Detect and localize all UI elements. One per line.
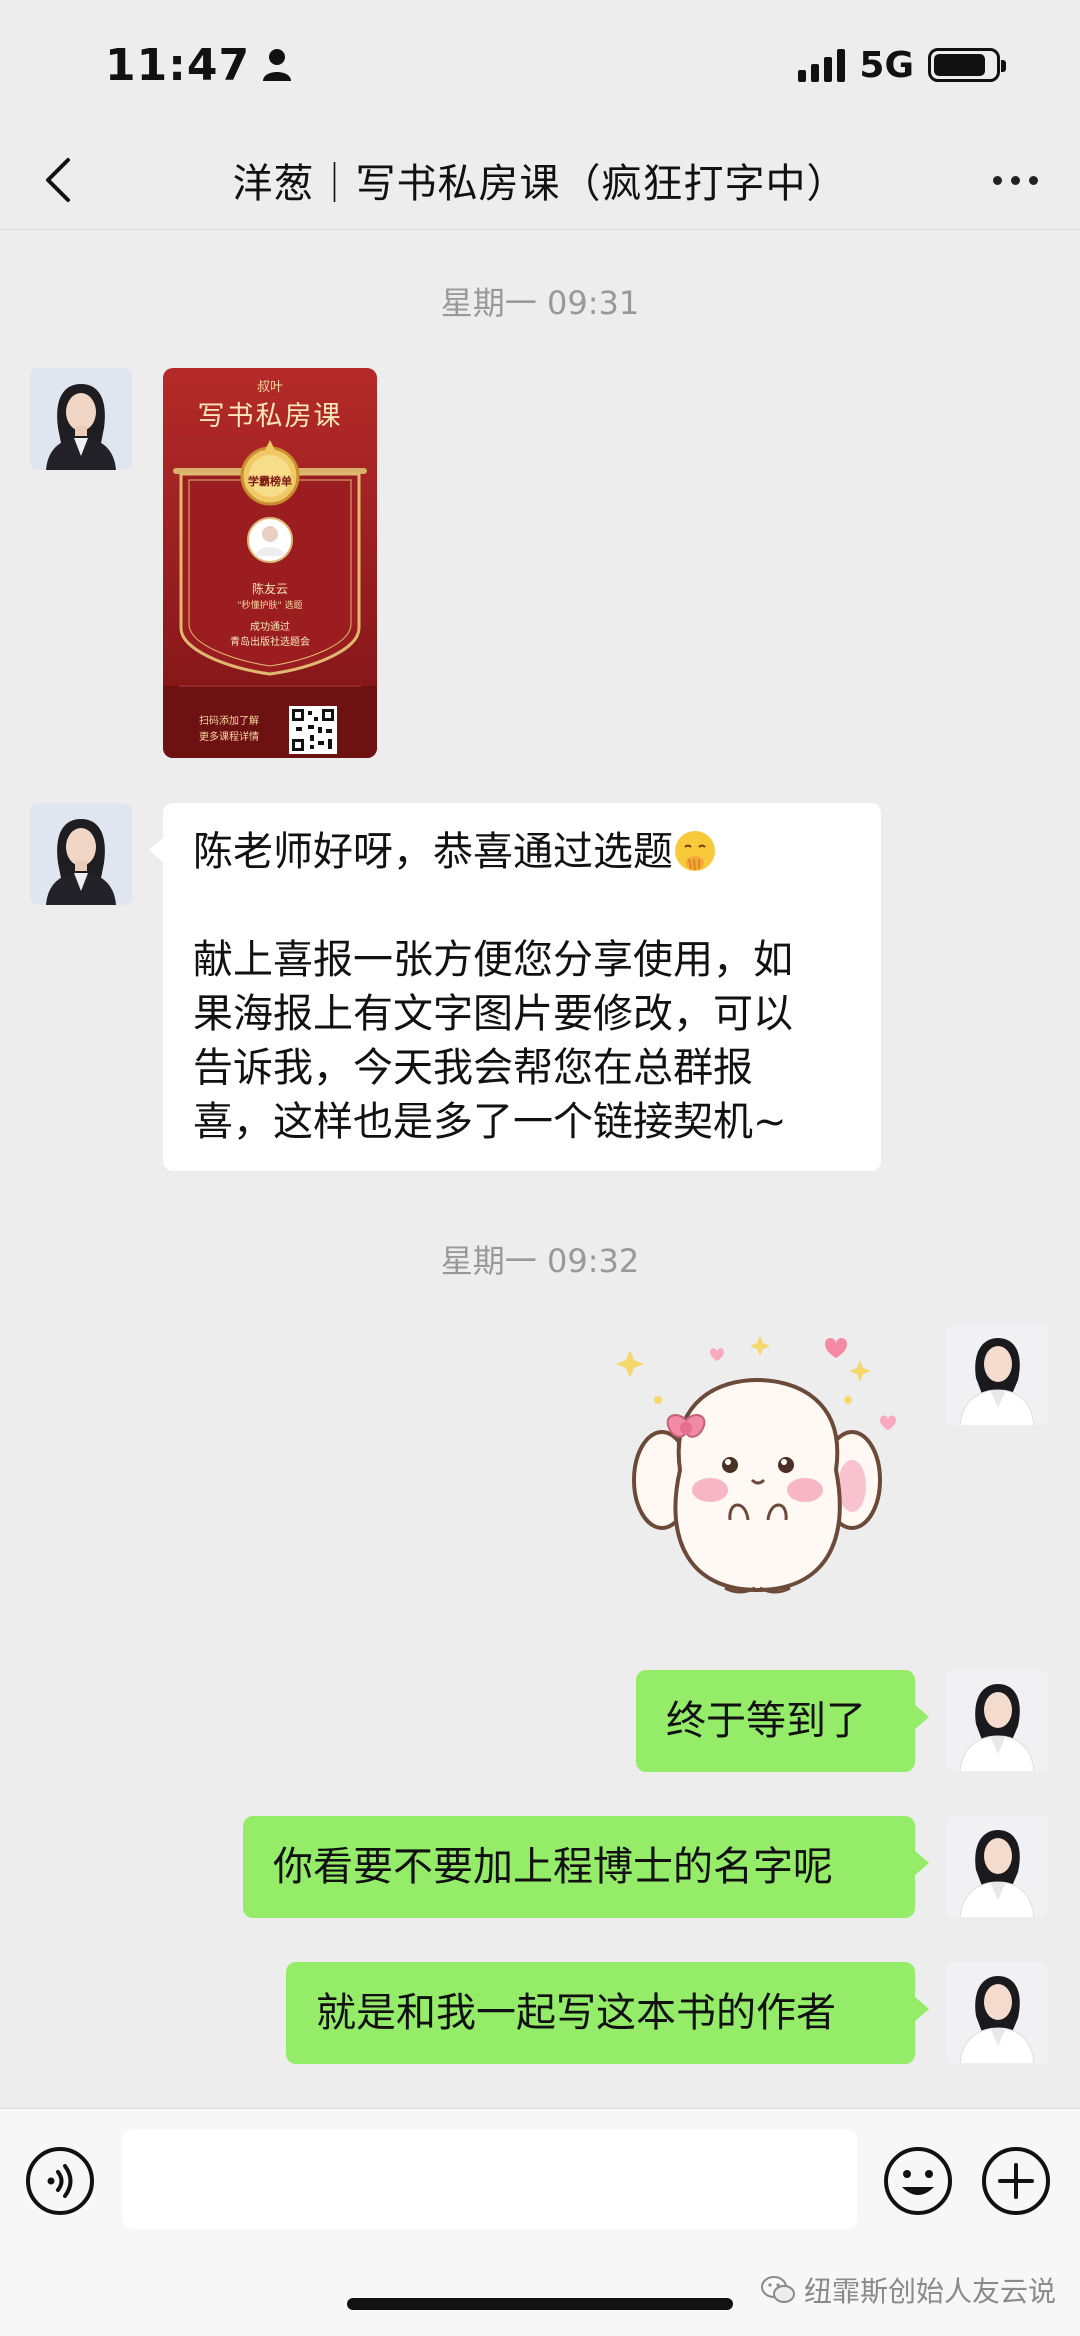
message-bubble-sent[interactable]: 终于等到了 (636, 1670, 929, 1772)
woman-avatar-icon (946, 1324, 1048, 1426)
message-text: 就是和我一起写这本书的作者 (316, 1990, 836, 2036)
watermark-text: 纽霏斯创始人友云说 (804, 2275, 1057, 2308)
timestamp: 星期一 09:31 (440, 284, 640, 322)
avatar[interactable] (946, 1324, 1048, 1426)
poster-pass-line: 青岛出版社选题会 (230, 637, 310, 648)
woman-avatar-icon (30, 368, 132, 470)
message-line: 献上喜报一张方便您分享使用，如 (193, 937, 793, 983)
voice-icon (26, 2147, 94, 2215)
avatar[interactable] (946, 1816, 1048, 1918)
smiley-icon (884, 2147, 952, 2215)
watermark: 纽霏斯创始人友云说 (760, 2270, 1056, 2310)
battery-fill (934, 54, 985, 76)
more-actions-button[interactable] (980, 2145, 1052, 2217)
poster-scan-text: 更多课程详情 (199, 732, 259, 743)
status-time: 11:47 (105, 40, 292, 91)
plus-icon (982, 2147, 1050, 2215)
dot-icon (1028, 175, 1038, 185)
woman-avatar-icon (946, 1670, 1048, 1772)
message-input[interactable] (122, 2129, 857, 2229)
wechat-icon (761, 2276, 795, 2303)
poster-badge: 学霸榜单 (248, 475, 292, 488)
timestamp: 星期一 09:32 (440, 1242, 640, 1280)
chat-title: 洋葱｜写书私房课（疯狂打字中） (232, 160, 848, 207)
more-button[interactable] (980, 150, 1050, 210)
battery-icon (928, 48, 1006, 82)
chevron-left-icon (46, 158, 70, 202)
poster-title: 写书私房课 (197, 401, 343, 432)
voice-input-button[interactable] (24, 2145, 96, 2217)
message-bubble-sent[interactable]: 你看要不要加上程博士的名字呢 (243, 1816, 929, 1918)
dot-icon (1010, 175, 1020, 185)
woman-avatar-icon (946, 1816, 1048, 1918)
person-icon (263, 49, 292, 81)
home-indicator (347, 2298, 733, 2310)
woman-avatar-icon (30, 803, 132, 905)
network-label: 5G (859, 44, 914, 86)
poster-pass-line: 成功通过 (250, 622, 290, 633)
message-bubble-sent[interactable]: 就是和我一起写这本书的作者 (286, 1962, 929, 2064)
message-line: 陈老师好呀，恭喜通过选题 (193, 825, 851, 879)
message-text: 终于等到了 (666, 1698, 866, 1744)
dot-icon (992, 175, 1002, 185)
avatar[interactable] (30, 368, 132, 470)
poster-subject: "秒懂护肤" 选题 (237, 601, 303, 611)
avatar[interactable] (946, 1962, 1048, 2064)
emoji-button[interactable] (882, 2145, 954, 2217)
message-text: 你看要不要加上程博士的名字呢 (273, 1844, 833, 1890)
signal-icon (798, 48, 846, 82)
status-indicators: 5G (798, 44, 1006, 86)
avatar[interactable] (946, 1670, 1048, 1772)
back-button[interactable] (30, 150, 90, 210)
avatar[interactable] (30, 803, 132, 905)
message-bubble-received[interactable]: 陈老师好呀，恭喜通过选题 献上喜报一张方便您分享使用，如 果海报上有文字图片要修… (149, 803, 881, 1171)
message-line: 告诉我，今天我会帮您在总群报 (193, 1045, 753, 1091)
congrats-poster-image[interactable]: 叔叶 写书私房课 学霸榜单 陈友云 "秒懂护肤" 选题 成功通过 青岛出版社选题… (163, 368, 377, 758)
poster-scan-text: 扫码添加了解 (199, 716, 259, 727)
clock-text: 11:47 (105, 39, 251, 91)
poster-name: 陈友云 (251, 582, 288, 596)
message-line: 果海报上有文字图片要修改，可以 (193, 991, 793, 1037)
poster-brand: 叔叶 (256, 380, 283, 395)
qr-code-icon (289, 706, 337, 754)
bunny-sticker-icon[interactable] (600, 1330, 920, 1630)
message-line (193, 879, 851, 933)
message-line: 喜，这样也是多了一个链接契机~ (193, 1099, 787, 1145)
chat-header: 洋葱｜写书私房课（疯狂打字中） (0, 130, 1080, 230)
status-bar: 11:47 5G (0, 0, 1080, 130)
shushing-face-emoji-icon (675, 831, 715, 871)
woman-avatar-icon (946, 1962, 1048, 2064)
